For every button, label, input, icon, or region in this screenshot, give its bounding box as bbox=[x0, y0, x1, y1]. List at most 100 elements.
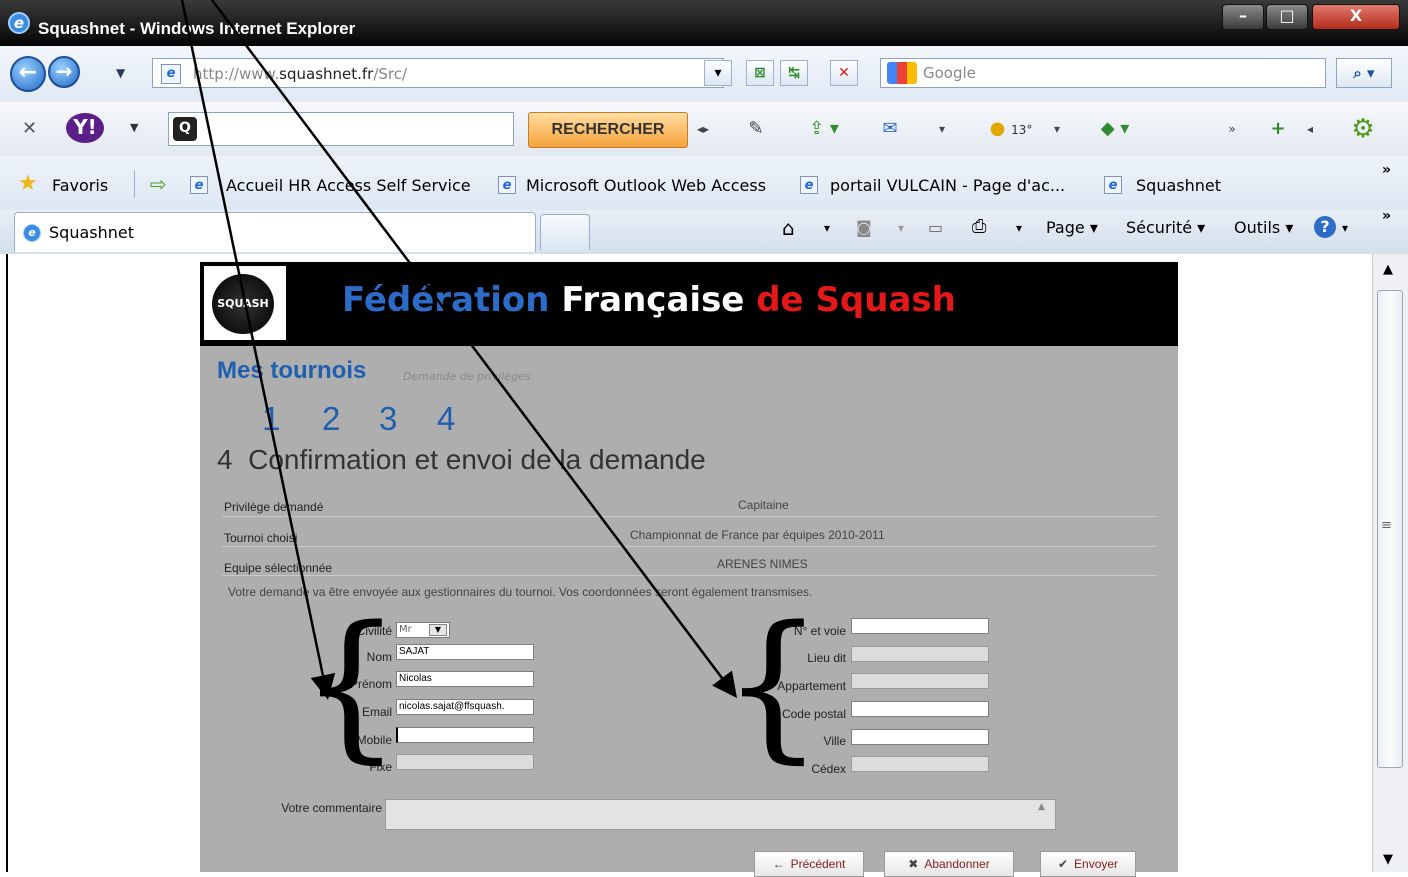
minimize-button[interactable]: – bbox=[1222, 4, 1264, 30]
appartement-input[interactable] bbox=[851, 673, 989, 689]
new-tab-button[interactable] bbox=[540, 214, 590, 250]
more-tools-icon[interactable]: » bbox=[1220, 114, 1244, 144]
step-title: 4 Confirmation et envoi de la demande bbox=[217, 444, 706, 475]
stop-icon[interactable]: ✕ bbox=[830, 60, 858, 86]
print-icon[interactable]: ⎙ bbox=[972, 216, 986, 237]
ie-logo-icon: e bbox=[23, 224, 41, 242]
tab-label: Squashnet bbox=[49, 223, 134, 242]
step-2[interactable]: 2 bbox=[322, 400, 340, 438]
step-4[interactable]: 4 bbox=[437, 400, 455, 438]
back-button[interactable]: ← bbox=[10, 56, 46, 92]
favorites-more-icon[interactable]: » bbox=[1382, 162, 1391, 178]
games-icon[interactable]: ◆ ▾ bbox=[1084, 114, 1146, 144]
yahoo-dropdown-icon[interactable]: ▼ bbox=[130, 121, 138, 134]
tab-squashnet[interactable]: e Squashnet bbox=[14, 212, 536, 252]
summary-label: Equipe sélectionnée bbox=[224, 561, 333, 575]
comment-label: Votre commentaire bbox=[281, 801, 382, 815]
forward-button[interactable]: → bbox=[48, 56, 80, 88]
nom-input[interactable]: SAJAT bbox=[396, 644, 534, 660]
scroll-left-icon[interactable]: ◂ bbox=[1300, 114, 1320, 144]
yahoo-search-button[interactable]: RECHERCHER bbox=[528, 112, 688, 148]
mail-icon[interactable]: ✉ bbox=[872, 114, 908, 144]
divider bbox=[222, 546, 1156, 547]
abandon-button[interactable]: ✖ Abandonner bbox=[884, 851, 1014, 877]
right-brace-annotation: { bbox=[722, 591, 824, 778]
add-icon[interactable]: + bbox=[1266, 114, 1290, 144]
site-panel bbox=[200, 262, 1178, 872]
commands-more-icon[interactable]: » bbox=[1382, 208, 1391, 224]
lieu-dit-input[interactable] bbox=[851, 646, 989, 662]
favorite-link-outlook[interactable]: Microsoft Outlook Web Access bbox=[526, 176, 766, 195]
read-mail-icon[interactable]: ▭ bbox=[928, 218, 943, 237]
feeds-icon[interactable]: ◙ bbox=[856, 218, 872, 237]
favorite-link-vulcain[interactable]: portail VULCAIN - Page d'ac... bbox=[830, 176, 1065, 195]
civilite-select[interactable]: Mr ▼ bbox=[396, 622, 450, 638]
help-icon[interactable]: ? bbox=[1314, 216, 1336, 238]
voie-input[interactable] bbox=[851, 618, 989, 634]
ie-logo-icon: e bbox=[8, 12, 30, 34]
url-text[interactable]: http://www.squashnet.fr/Src/ bbox=[193, 65, 407, 83]
toolbar-grip-icon: ◂▸ bbox=[696, 122, 710, 136]
favorites-star-icon[interactable]: ★ bbox=[18, 173, 38, 195]
vertical-scrollbar[interactable]: ▲ ≡ ▼ bbox=[1372, 254, 1408, 872]
close-toolbar-icon[interactable]: ✕ bbox=[22, 118, 37, 139]
search-box[interactable]: Google bbox=[880, 58, 1326, 88]
yahoo-logo-icon[interactable]: Y! bbox=[66, 113, 104, 143]
pencil-icon[interactable]: ✎ bbox=[734, 114, 778, 144]
maximize-button[interactable]: □ bbox=[1266, 4, 1308, 30]
ville-input[interactable] bbox=[851, 729, 989, 745]
add-favorite-icon[interactable]: ⇨ bbox=[150, 174, 167, 194]
tools-menu[interactable]: Outils ▾ bbox=[1234, 218, 1293, 237]
title-bar: e Squashnet - Windows Internet Explorer … bbox=[0, 0, 1408, 46]
yahoo-search-input[interactable]: Q bbox=[168, 112, 514, 146]
home-icon[interactable]: ⌂ bbox=[782, 216, 795, 240]
page-menu[interactable]: Page ▾ bbox=[1046, 218, 1098, 237]
print-dropdown-icon[interactable]: ▾ bbox=[1016, 221, 1022, 235]
summary-label: Tournoi choisi bbox=[224, 531, 298, 545]
checkmark-icon: ✔ bbox=[1057, 857, 1069, 871]
ie-page-icon: e bbox=[800, 176, 818, 194]
favorite-link-hr[interactable]: Accueil HR Access Self Service bbox=[226, 176, 471, 195]
squash-logo-icon: SQUASH bbox=[212, 274, 274, 334]
recent-pages-dropdown-icon[interactable]: ▼ bbox=[116, 66, 125, 80]
favorites-button[interactable]: Favoris bbox=[52, 176, 108, 195]
previous-button[interactable]: ← Précédent bbox=[754, 851, 864, 877]
mobile-input[interactable] bbox=[396, 727, 534, 743]
security-menu[interactable]: Sécurité ▾ bbox=[1126, 218, 1205, 237]
mail-dropdown-icon[interactable]: ▾ bbox=[930, 114, 954, 144]
settings-gear-icon[interactable]: ⚙ bbox=[1342, 114, 1384, 144]
close-button[interactable]: X bbox=[1312, 4, 1400, 30]
google-logo-icon bbox=[887, 62, 917, 84]
refresh-icon[interactable]: ↹ bbox=[780, 60, 808, 86]
search-button[interactable]: ⌕ ▾ bbox=[1336, 58, 1392, 88]
bookmark-icon[interactable]: ⇪ ▾ bbox=[800, 114, 848, 144]
scroll-down-icon[interactable]: ▼ bbox=[1383, 852, 1393, 867]
site-title: Fédération Française de Squash bbox=[342, 280, 956, 320]
compatibility-view-icon[interactable]: ⊠ bbox=[746, 60, 774, 86]
code-postal-input[interactable] bbox=[851, 701, 989, 717]
weather-dropdown-icon[interactable]: ▾ bbox=[1048, 114, 1066, 144]
scroll-up-icon: ▲ bbox=[1038, 802, 1045, 812]
address-dropdown-icon[interactable]: ▾ bbox=[704, 60, 732, 86]
email-input[interactable]: nicolas.sajat@ffsquash. bbox=[396, 699, 534, 715]
cedex-input[interactable] bbox=[851, 756, 989, 772]
page-title: Mes tournois bbox=[217, 357, 367, 384]
step-1[interactable]: 1 bbox=[262, 400, 280, 438]
send-button[interactable]: ✔ Envoyer bbox=[1040, 851, 1136, 877]
favorite-link-squashnet[interactable]: Squashnet bbox=[1136, 176, 1221, 195]
ffsquash-logo[interactable]: SQUASH bbox=[204, 266, 286, 340]
arrow-left-icon: ← bbox=[772, 857, 785, 871]
step-3[interactable]: 3 bbox=[379, 400, 397, 438]
weather-icon[interactable]: ● 13° bbox=[980, 114, 1042, 144]
prenom-input[interactable]: Nicolas bbox=[396, 671, 534, 687]
feeds-dropdown-icon[interactable]: ▾ bbox=[898, 221, 904, 235]
fixe-input[interactable] bbox=[396, 754, 534, 770]
comment-textarea[interactable]: ▲ bbox=[385, 799, 1056, 830]
address-bar[interactable]: e http://www.squashnet.fr/Src/ bbox=[152, 58, 724, 88]
separator bbox=[134, 170, 135, 198]
help-dropdown-icon[interactable]: ▾ bbox=[1342, 221, 1348, 235]
ie-page-icon: e bbox=[498, 176, 516, 194]
scroll-up-icon[interactable]: ▲ bbox=[1383, 262, 1393, 277]
home-dropdown-icon[interactable]: ▾ bbox=[824, 221, 830, 235]
summary-value: Championnat de France par équipes 2010-2… bbox=[630, 528, 885, 542]
